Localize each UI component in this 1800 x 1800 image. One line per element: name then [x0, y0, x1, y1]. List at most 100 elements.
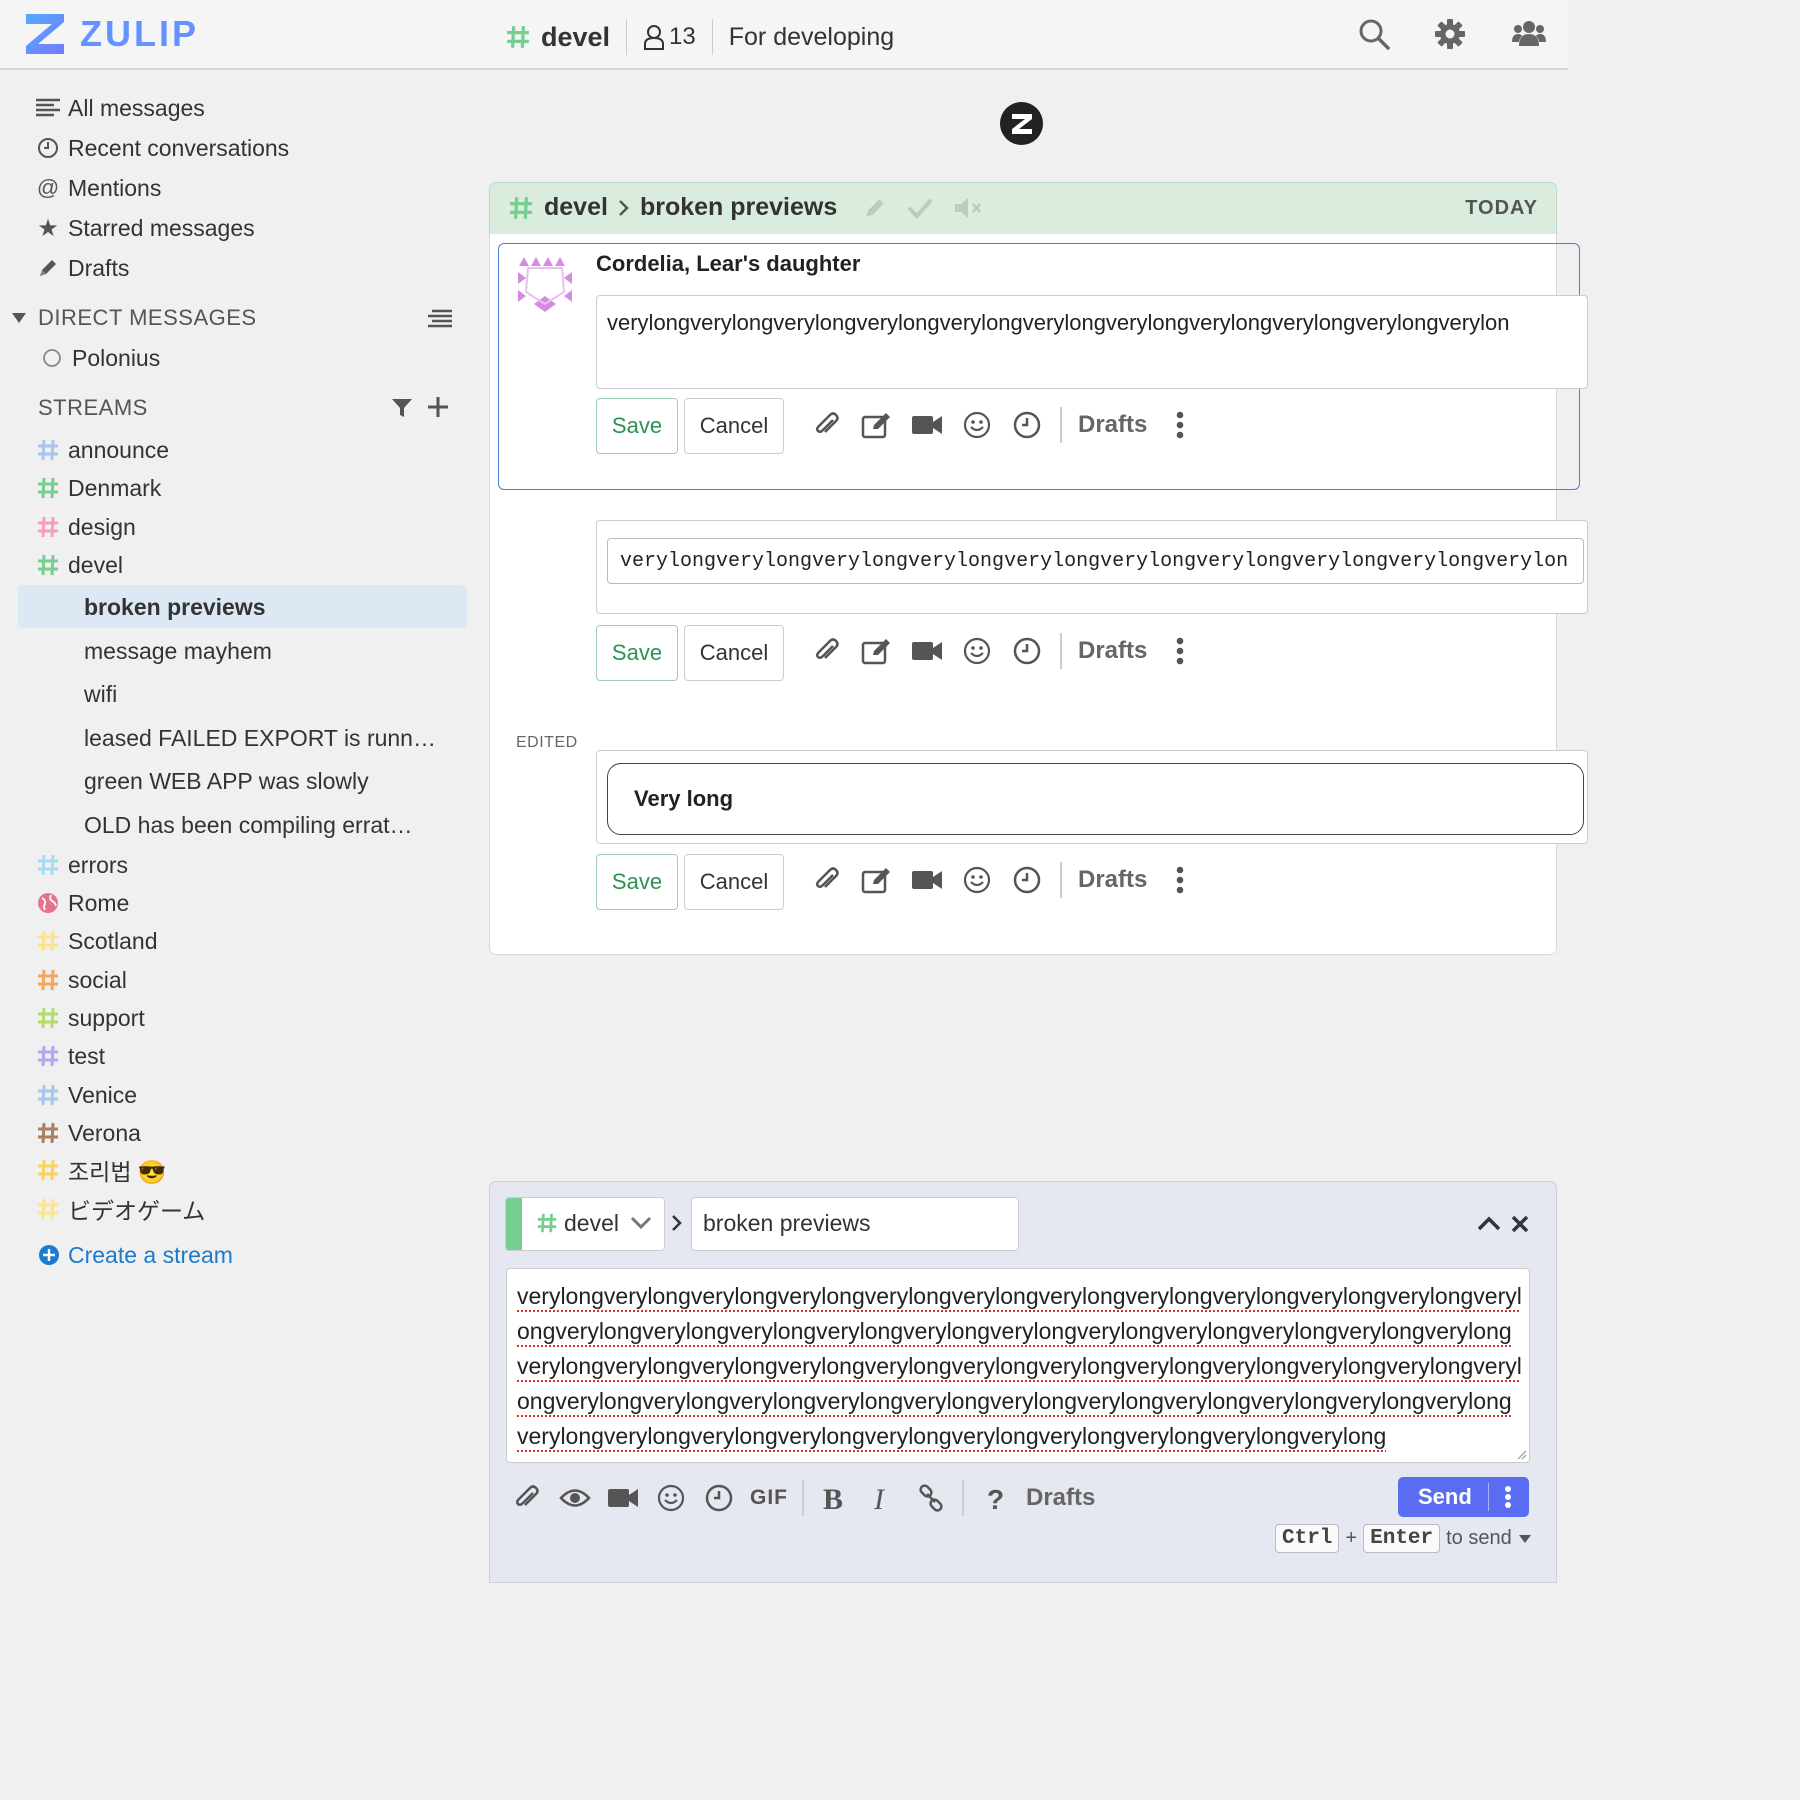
- nav-starred-messages[interactable]: ★ Starred messages: [36, 210, 254, 246]
- compose-stream-dropdown[interactable]: devel: [505, 1197, 665, 1251]
- sidebar-stream-row[interactable]: Verona: [36, 1116, 141, 1150]
- bold-icon[interactable]: B: [818, 1481, 852, 1515]
- sidebar-stream-row[interactable]: design: [36, 510, 136, 544]
- recipient-topic[interactable]: broken previews: [640, 193, 837, 222]
- sidebar-topic-row[interactable]: leased FAILED EXPORT is runn…: [84, 718, 436, 758]
- compose-drafts-button[interactable]: Drafts: [1026, 1484, 1095, 1512]
- edit-box-icon[interactable]: [860, 408, 894, 442]
- compose-stream-name: devel: [564, 1210, 619, 1236]
- nav-drafts[interactable]: Drafts: [36, 250, 129, 286]
- sidebar-stream-row[interactable]: Rome: [36, 886, 129, 920]
- clock-icon[interactable]: [702, 1481, 736, 1515]
- smiley-icon[interactable]: [654, 1481, 688, 1515]
- sidebar-stream-row[interactable]: errors: [36, 848, 128, 882]
- sidebar-stream-row[interactable]: Denmark: [36, 471, 161, 505]
- send-options-icon[interactable]: [1504, 1485, 1512, 1509]
- drafts-button[interactable]: Drafts: [1078, 866, 1147, 894]
- message-edit-textarea[interactable]: Very long: [607, 763, 1584, 835]
- expand-compose-icon[interactable]: [1476, 1214, 1502, 1232]
- close-icon[interactable]: [1510, 1214, 1530, 1234]
- search-icon[interactable]: [1358, 18, 1390, 50]
- avatar[interactable]: [514, 252, 576, 314]
- more-options-icon[interactable]: [1163, 634, 1197, 668]
- filter-icon[interactable]: [392, 398, 412, 418]
- help-icon[interactable]: ?: [978, 1481, 1012, 1515]
- paperclip-icon[interactable]: [810, 408, 844, 442]
- save-button[interactable]: Save: [596, 398, 678, 454]
- sidebar-stream-row[interactable]: Scotland: [36, 924, 158, 958]
- zulip-logo[interactable]: ZULIP: [24, 12, 199, 56]
- navbar-stream-info[interactable]: devel 13 For developing: [505, 18, 894, 56]
- smiley-icon[interactable]: [960, 634, 994, 668]
- clock-icon[interactable]: [1010, 408, 1044, 442]
- clock-icon[interactable]: [1010, 634, 1044, 668]
- nav-mentions[interactable]: @ Mentions: [36, 170, 162, 206]
- resize-handle-icon[interactable]: [1515, 1448, 1527, 1460]
- paperclip-icon[interactable]: [810, 634, 844, 668]
- save-button[interactable]: Save: [596, 854, 678, 910]
- compose-textarea[interactable]: verylongverylongverylongverylongverylong…: [506, 1268, 1530, 1463]
- compose-topic-input[interactable]: broken previews: [691, 1197, 1019, 1251]
- resolve-check-icon[interactable]: [907, 197, 933, 219]
- recipient-stream[interactable]: devel: [544, 193, 608, 222]
- sidebar-topic-row[interactable]: green WEB APP was slowly: [84, 761, 369, 801]
- smiley-icon[interactable]: [960, 863, 994, 897]
- navbar-stream-name[interactable]: devel: [541, 22, 610, 53]
- streams-header[interactable]: STREAMS: [38, 395, 148, 421]
- video-icon[interactable]: [606, 1481, 640, 1515]
- message-edit-textarea[interactable]: verylongverylongverylongverylongverylong…: [596, 295, 1588, 389]
- users-icon[interactable]: [1512, 18, 1546, 48]
- save-button[interactable]: Save: [596, 625, 678, 681]
- collapse-caret-icon[interactable]: [12, 312, 26, 324]
- create-stream-link[interactable]: Create a stream: [38, 1237, 233, 1273]
- sidebar-stream-row[interactable]: announce: [36, 433, 169, 467]
- sidebar-stream-row[interactable]: ビデオゲーム: [36, 1192, 205, 1226]
- eye-icon[interactable]: [558, 1481, 592, 1515]
- drafts-button[interactable]: Drafts: [1078, 411, 1147, 439]
- sidebar-stream-row[interactable]: social: [36, 963, 127, 997]
- smiley-icon[interactable]: [960, 408, 994, 442]
- send-button[interactable]: Send: [1398, 1477, 1529, 1517]
- sidebar-stream-row[interactable]: 조리법 😎: [36, 1153, 167, 1187]
- edit-topic-icon[interactable]: [863, 196, 887, 220]
- italic-icon[interactable]: I: [866, 1481, 900, 1515]
- sidebar-topic-row[interactable]: wifi: [84, 674, 117, 714]
- video-icon[interactable]: [910, 634, 944, 668]
- sender-name[interactable]: Cordelia, Lear's daughter: [596, 251, 860, 277]
- nav-recent-conversations[interactable]: Recent conversations: [36, 130, 289, 166]
- edit-box-icon[interactable]: [860, 863, 894, 897]
- more-options-icon[interactable]: [1163, 408, 1197, 442]
- video-icon[interactable]: [910, 408, 944, 442]
- send-hint[interactable]: Ctrl + Enter to send: [1275, 1524, 1532, 1553]
- sidebar-stream-row[interactable]: devel: [36, 548, 123, 582]
- edit-box-icon[interactable]: [860, 634, 894, 668]
- dm-user-row[interactable]: Polonius: [40, 340, 160, 376]
- drafts-button[interactable]: Drafts: [1078, 637, 1147, 665]
- paperclip-icon[interactable]: [810, 863, 844, 897]
- video-icon[interactable]: [910, 863, 944, 897]
- paperclip-icon[interactable]: [510, 1481, 544, 1515]
- gear-icon[interactable]: [1434, 18, 1466, 50]
- gif-icon[interactable]: GIF: [750, 1481, 788, 1515]
- direct-messages-header[interactable]: DIRECT MESSAGES: [38, 305, 257, 331]
- clock-icon[interactable]: [1010, 863, 1044, 897]
- sidebar-stream-row[interactable]: test: [36, 1039, 105, 1073]
- compose-content: verylongverylongverylongverylongverylong…: [517, 1283, 1522, 1449]
- sidebar-topic-row[interactable]: broken previews: [84, 587, 266, 627]
- add-stream-icon[interactable]: [428, 397, 448, 417]
- cancel-button[interactable]: Cancel: [684, 625, 784, 681]
- cancel-button[interactable]: Cancel: [684, 398, 784, 454]
- subscriber-count[interactable]: 13: [669, 23, 696, 51]
- sidebar-stream-row[interactable]: Venice: [36, 1078, 137, 1112]
- code-block[interactable]: verylongverylongverylongverylongverylong…: [607, 538, 1584, 584]
- sidebar-topic-row[interactable]: OLD has been compiling errat…: [84, 805, 413, 845]
- dm-list-icon[interactable]: [428, 309, 452, 329]
- nav-all-messages[interactable]: All messages: [36, 90, 205, 126]
- cancel-button[interactable]: Cancel: [684, 854, 784, 910]
- stream-name: Denmark: [68, 474, 162, 501]
- sidebar-stream-row[interactable]: support: [36, 1001, 145, 1035]
- link-icon[interactable]: [914, 1481, 948, 1515]
- sidebar-topic-row[interactable]: message mayhem: [84, 631, 272, 671]
- more-options-icon[interactable]: [1163, 863, 1197, 897]
- mute-icon[interactable]: [953, 196, 983, 220]
